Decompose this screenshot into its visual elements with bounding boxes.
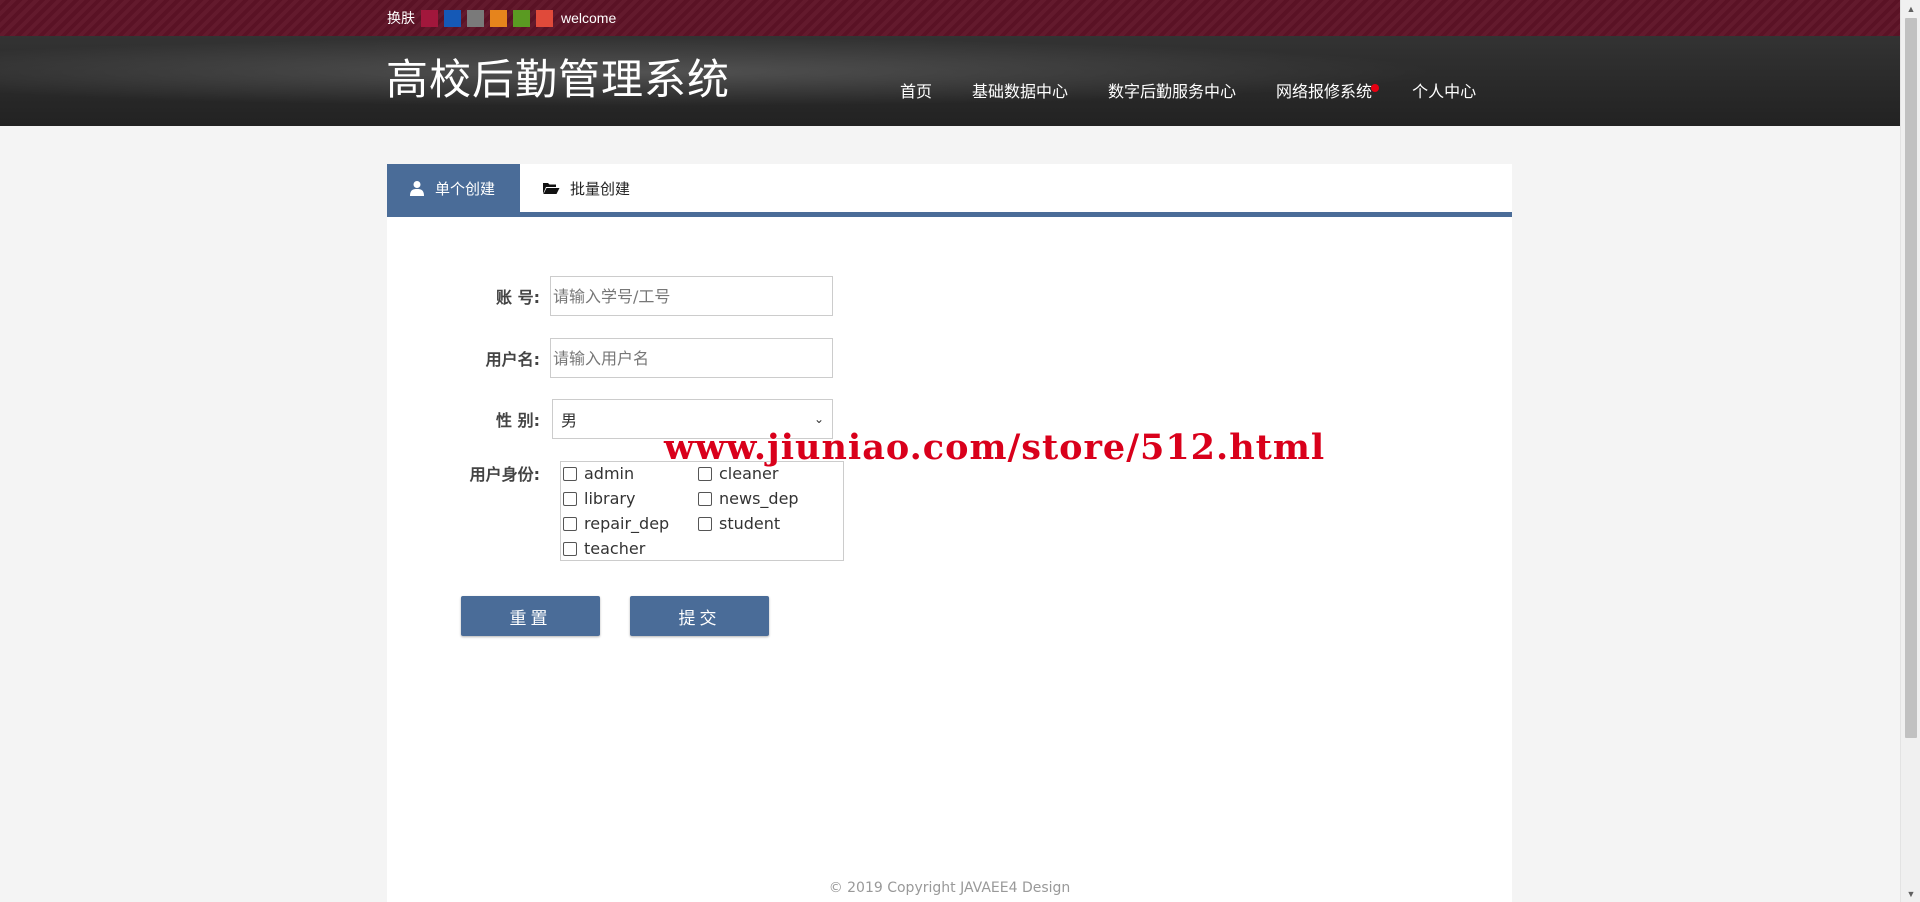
scrollbar-thumb[interactable] — [1905, 18, 1917, 738]
role-option-admin[interactable]: admin — [563, 464, 634, 483]
site-title: 高校后勤管理系统 — [386, 55, 731, 104]
create-user-panel: 单个创建 批量创建 账 号: 用户名: 性 别: 男 ⌄ 用户身份: — [387, 164, 1512, 902]
page-scrollbar[interactable]: ▲ ▼ — [1900, 0, 1920, 902]
tab-bar: 单个创建 批量创建 — [387, 164, 1512, 217]
chevron-down-icon: ⌄ — [813, 412, 824, 426]
notification-dot-icon — [1371, 84, 1380, 92]
tab-batch-create[interactable]: 批量创建 — [520, 164, 652, 212]
scroll-up-arrow-icon[interactable]: ▲ — [1901, 0, 1920, 17]
account-input[interactable] — [550, 276, 833, 316]
watermark-text: www.jiuniao.com/store/512.html — [664, 427, 1326, 468]
checkbox[interactable] — [563, 541, 577, 556]
main-nav: 首页 基础数据中心 数字后勤服务中心 网络报修系统 个人中心 — [900, 78, 1516, 102]
nav-digital-logistics-center[interactable]: 数字后勤服务中心 — [1108, 78, 1236, 102]
tab-single-create-label: 单个创建 — [435, 179, 496, 198]
role-option-label: admin — [584, 464, 635, 483]
role-option-news-dep[interactable]: news_dep — [698, 489, 799, 508]
skin-swatch-red[interactable] — [536, 9, 553, 27]
role-option-teacher[interactable]: teacher — [563, 539, 645, 558]
account-row: 账 号: — [387, 276, 833, 316]
reset-button[interactable]: 重置 — [461, 596, 600, 636]
folder-open-icon — [543, 183, 560, 194]
checkbox[interactable] — [698, 491, 712, 506]
roles-label: 用户身份: — [469, 465, 540, 484]
nav-network-repair[interactable]: 网络报修系统 — [1276, 78, 1380, 102]
skin-swatch-green[interactable] — [513, 9, 530, 27]
nav-network-repair-label: 网络报修系统 — [1276, 82, 1373, 101]
role-option-student[interactable]: student — [698, 514, 780, 533]
skin-label: 换肤 — [387, 10, 415, 26]
role-option-library[interactable]: library — [563, 489, 635, 508]
account-label: 账 号: — [496, 288, 540, 307]
header: 高校后勤管理系统 首页 基础数据中心 数字后勤服务中心 网络报修系统 个人中心 — [0, 36, 1900, 126]
gender-label: 性 别: — [496, 411, 540, 430]
username-label: 用户名: — [485, 350, 540, 369]
role-option-label: library — [584, 489, 636, 508]
user-icon — [410, 181, 424, 196]
gender-select-value: 男 — [561, 411, 578, 430]
username-input[interactable] — [550, 338, 833, 378]
checkbox[interactable] — [563, 466, 577, 481]
username-row: 用户名: — [387, 338, 833, 378]
footer-copyright: © 2019 Copyright JAVAEE4 Design — [828, 880, 1071, 896]
role-option-label: student — [719, 514, 781, 533]
role-option-label: repair_dep — [584, 514, 670, 533]
role-option-label: teacher — [584, 539, 646, 558]
skin-swatch-crimson[interactable] — [421, 9, 438, 27]
welcome-text: welcome — [561, 10, 617, 26]
nav-personal-center[interactable]: 个人中心 — [1412, 78, 1476, 102]
tab-single-create[interactable]: 单个创建 — [387, 164, 520, 212]
nav-basic-data-center[interactable]: 基础数据中心 — [972, 78, 1068, 102]
skin-swatch-orange[interactable] — [490, 9, 507, 27]
checkbox[interactable] — [698, 466, 712, 481]
checkbox[interactable] — [563, 491, 577, 506]
role-option-label: news_dep — [719, 489, 799, 508]
roles-row: 用户身份: — [387, 461, 550, 485]
checkbox[interactable] — [563, 516, 577, 531]
skin-bar: 换肤 welcome — [0, 0, 1900, 36]
skin-swatch-gray[interactable] — [467, 9, 484, 27]
checkbox[interactable] — [698, 516, 712, 531]
roles-checkbox-group: admin cleaner library news_dep repair_de… — [560, 461, 844, 561]
scroll-down-arrow-icon[interactable]: ▼ — [1901, 885, 1920, 902]
skin-swatch-blue[interactable] — [444, 9, 461, 27]
submit-button[interactable]: 提交 — [630, 596, 769, 636]
tab-batch-create-label: 批量创建 — [570, 179, 631, 198]
nav-home[interactable]: 首页 — [900, 78, 932, 102]
role-option-repair-dep[interactable]: repair_dep — [563, 514, 669, 533]
